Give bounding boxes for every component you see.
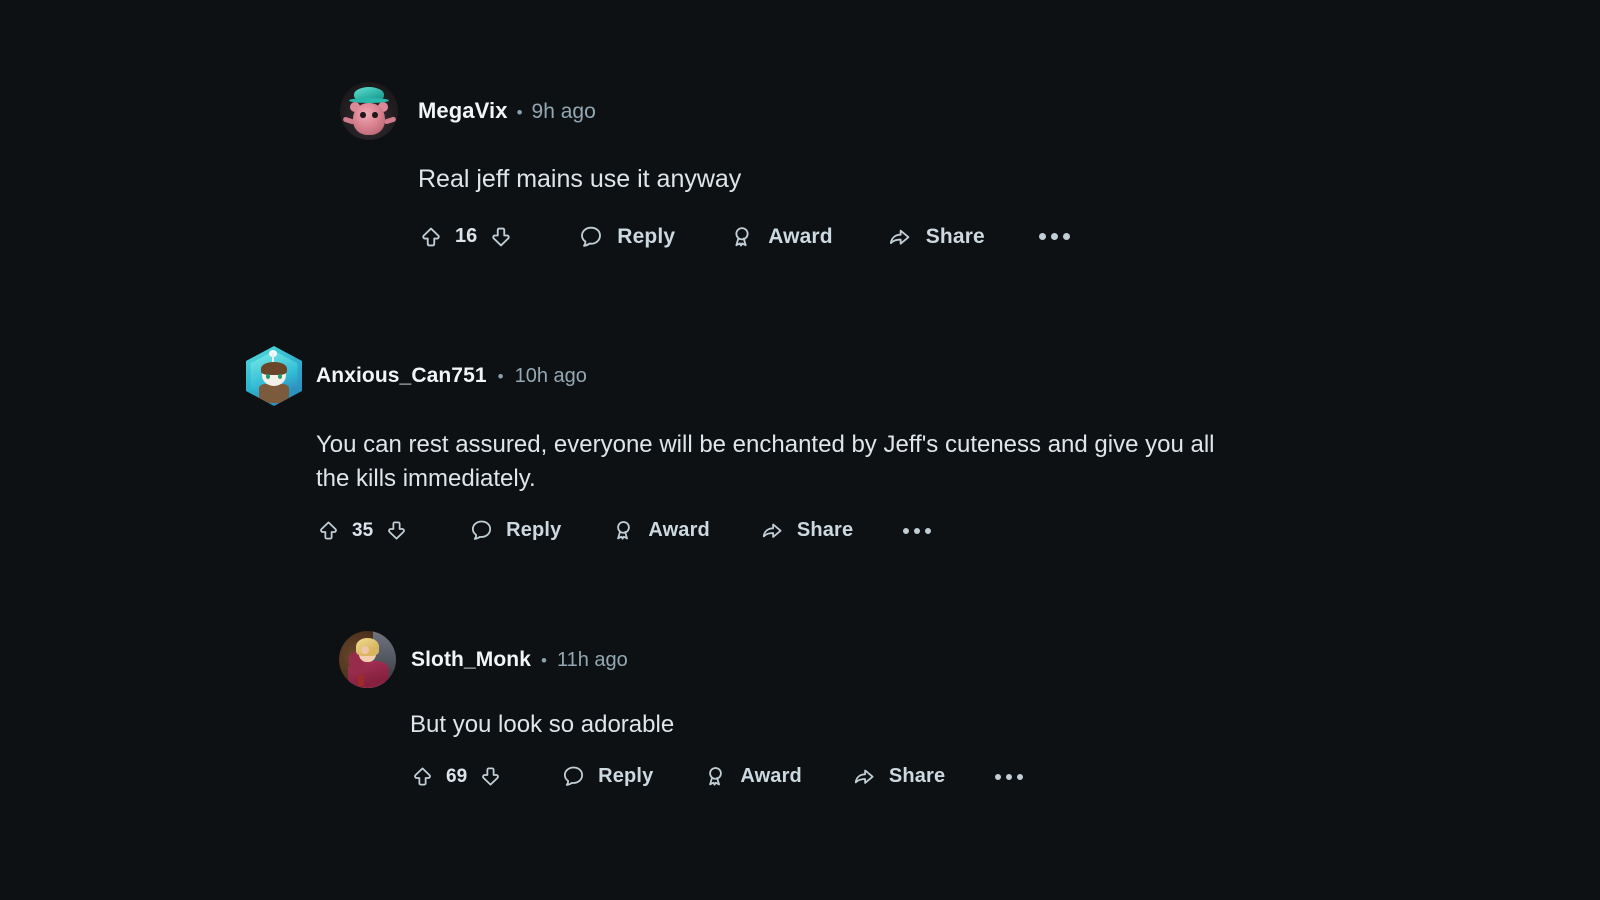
reply-button[interactable]: Reply xyxy=(578,224,675,250)
reply-label: Reply xyxy=(617,224,676,248)
award-label: Award xyxy=(648,519,710,542)
award-icon xyxy=(611,518,636,543)
comment-actions: 35 Reply Award Share xyxy=(316,518,1246,543)
comment-bubble-icon xyxy=(561,764,586,789)
downvote-icon[interactable] xyxy=(488,224,514,250)
comment-header: MegaVix • 9h ago xyxy=(340,82,1070,140)
comment-byline: Sloth_Monk • 11h ago xyxy=(411,648,628,672)
comment-timestamp: 10h ago xyxy=(514,365,587,387)
share-button[interactable]: Share xyxy=(887,224,985,250)
reply-label: Reply xyxy=(506,519,562,542)
share-icon xyxy=(760,518,785,543)
upvote-icon[interactable] xyxy=(316,518,341,543)
award-button[interactable]: Award xyxy=(729,224,833,250)
comment-actions: 16 Reply Award Share xyxy=(418,224,1070,250)
comment-thread: MegaVix • 9h ago Real jeff mains use it … xyxy=(0,0,1600,900)
share-label: Share xyxy=(925,224,985,248)
comment-header: Anxious_Can751 • 10h ago xyxy=(246,346,1246,406)
username-link[interactable]: Anxious_Can751 xyxy=(316,364,487,388)
comment-bubble-icon xyxy=(469,518,494,543)
comment-timestamp: 11h ago xyxy=(556,648,628,671)
comment-byline: Anxious_Can751 • 10h ago xyxy=(316,364,587,388)
award-label: Award xyxy=(740,765,802,788)
vote-score: 16 xyxy=(455,225,478,247)
avatar[interactable] xyxy=(339,631,396,688)
vote-score: 35 xyxy=(352,519,374,541)
byline-separator: • xyxy=(516,103,523,122)
avatar[interactable] xyxy=(340,82,398,140)
award-button[interactable]: Award xyxy=(611,518,710,543)
username-link[interactable]: MegaVix xyxy=(418,98,508,124)
share-label: Share xyxy=(796,519,854,542)
vote-group: 69 xyxy=(410,764,503,789)
share-icon xyxy=(887,224,913,250)
reply-button[interactable]: Reply xyxy=(469,518,561,543)
avatar[interactable] xyxy=(246,346,302,406)
reply-button[interactable]: Reply xyxy=(561,764,653,789)
vote-group: 16 xyxy=(418,224,514,250)
reply-label: Reply xyxy=(598,765,654,788)
comment-item: MegaVix • 9h ago Real jeff mains use it … xyxy=(340,82,1070,250)
award-icon xyxy=(729,224,755,250)
share-label: Share xyxy=(888,765,946,788)
comment-timestamp: 9h ago xyxy=(531,100,596,123)
more-options-icon[interactable] xyxy=(995,773,1024,780)
downvote-icon[interactable] xyxy=(384,518,409,543)
award-button[interactable]: Award xyxy=(703,764,802,789)
comment-body: You can rest assured, everyone will be e… xyxy=(316,431,1215,493)
more-options-icon[interactable] xyxy=(903,527,932,534)
username-link[interactable]: Sloth_Monk xyxy=(411,648,531,672)
comment-body: Real jeff mains use it anyway xyxy=(418,165,742,193)
share-button[interactable]: Share xyxy=(852,764,945,789)
byline-separator: • xyxy=(497,367,504,386)
share-icon xyxy=(852,764,877,789)
upvote-icon[interactable] xyxy=(418,224,444,250)
byline-separator: • xyxy=(541,650,547,670)
downvote-icon[interactable] xyxy=(478,764,503,789)
award-icon xyxy=(703,764,728,789)
comment-header: Sloth_Monk • 11h ago xyxy=(339,631,1023,688)
comment-actions: 69 Reply Award Share xyxy=(410,764,1024,789)
award-label: Award xyxy=(768,224,833,248)
comment-item: Anxious_Can751 • 10h ago You can rest as… xyxy=(246,346,1246,543)
comment-item: Sloth_Monk • 11h ago But you look so ado… xyxy=(339,631,1024,789)
vote-score: 69 xyxy=(446,765,468,787)
comment-bubble-icon xyxy=(578,224,604,250)
comment-body: But you look so adorable xyxy=(410,711,675,738)
comment-byline: MegaVix • 9h ago xyxy=(418,98,596,124)
share-button[interactable]: Share xyxy=(760,518,853,543)
vote-group: 35 xyxy=(316,518,409,543)
upvote-icon[interactable] xyxy=(410,764,435,789)
more-options-icon[interactable] xyxy=(1038,233,1070,240)
